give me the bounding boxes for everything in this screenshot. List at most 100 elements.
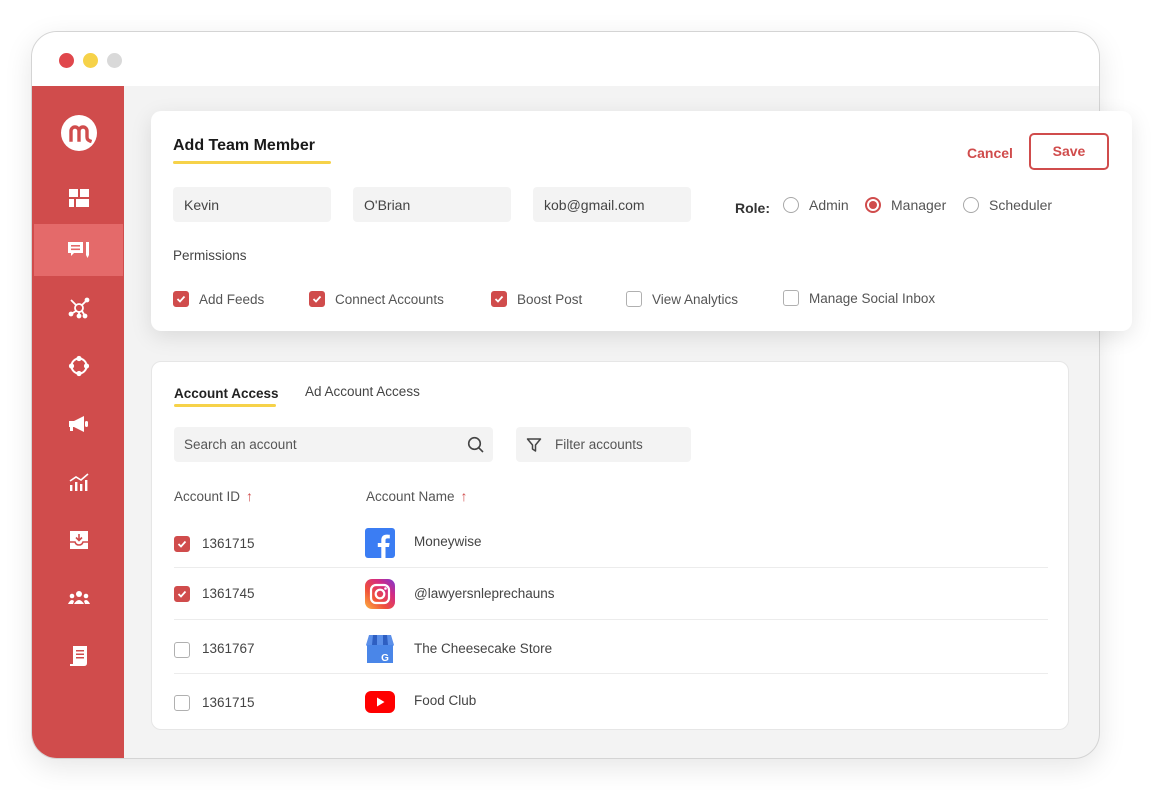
checkbox-label: Boost Post [517, 291, 583, 307]
radio-circle[interactable] [783, 197, 799, 213]
sidebar-item-community[interactable] [34, 340, 123, 392]
checkbox-checked[interactable] [173, 291, 189, 307]
search-icon[interactable] [467, 436, 485, 454]
column-header-account-id[interactable]: Account ID ↑ [174, 488, 253, 504]
team-group-icon [67, 591, 90, 604]
tab-account-access[interactable]: Account Access [174, 386, 279, 401]
checkbox-label: Add Feeds [199, 291, 265, 307]
check-icon [312, 295, 322, 303]
checkbox-label: Manage Social Inbox [809, 290, 936, 306]
permission-boost-post[interactable]: Boost Post [491, 291, 582, 307]
row-divider [174, 619, 1048, 620]
svg-text:G: G [381, 653, 389, 664]
instagram-icon [365, 579, 395, 609]
account-id: 1361715 [202, 695, 255, 710]
account-name: The Cheesecake Store [414, 641, 553, 656]
sort-arrow-up-icon[interactable]: ↑ [461, 488, 468, 504]
account-name: @lawyersnleprechauns [414, 586, 555, 601]
checkbox-unchecked[interactable] [783, 290, 799, 306]
filter-icon [526, 437, 542, 452]
search-box [174, 427, 493, 462]
sidebar [32, 86, 124, 758]
title-underline [173, 161, 331, 164]
role-radio-scheduler[interactable]: Scheduler [963, 197, 1052, 213]
table-row[interactable]: 1361767 G The Cheesecake Store [174, 622, 1048, 674]
account-name: Moneywise [414, 534, 482, 549]
network-hub-icon [68, 297, 89, 319]
row-checkbox-checked[interactable] [174, 536, 190, 552]
permission-view-analytics[interactable]: View Analytics [626, 291, 738, 307]
column-label: Account ID [174, 488, 241, 504]
sort-arrow-up-icon[interactable]: ↑ [246, 488, 253, 504]
sidebar-item-dashboard[interactable] [34, 172, 123, 224]
row-checkbox-unchecked[interactable] [174, 695, 190, 711]
add-team-member-card: Add Team Member Cancel Save Role: Admin … [151, 111, 1132, 331]
row-divider [174, 673, 1048, 674]
role-label: Role: [735, 200, 770, 216]
card-title: Add Team Member [173, 137, 315, 154]
permission-add-feeds[interactable]: Add Feeds [173, 291, 264, 307]
checkbox-unchecked[interactable] [626, 291, 642, 307]
checkbox-checked[interactable] [309, 291, 325, 307]
permissions-label: Permissions [173, 248, 247, 263]
title-bar [32, 32, 1099, 86]
filter-accounts-button[interactable]: Filter accounts [516, 427, 691, 462]
megaphone-icon [68, 416, 88, 432]
sidebar-item-team[interactable] [34, 572, 123, 624]
row-checkbox-unchecked[interactable] [174, 642, 190, 658]
row-checkbox-checked[interactable] [174, 586, 190, 602]
save-button[interactable]: Save [1029, 133, 1109, 170]
email-field[interactable] [533, 187, 691, 222]
sidebar-item-feeds[interactable] [34, 224, 123, 276]
table-row[interactable]: 1361715 Food Club [174, 676, 1048, 728]
tab-ad-account-access[interactable]: Ad Account Access [305, 384, 420, 399]
check-icon [177, 590, 187, 598]
check-icon [494, 295, 504, 303]
first-name-field[interactable] [173, 187, 331, 222]
m-logo-icon [69, 125, 92, 144]
google-business-icon: G [366, 635, 394, 664]
checkbox-label: Connect Accounts [335, 291, 444, 307]
document-scroll-icon [69, 646, 87, 666]
sidebar-item-inbox[interactable] [34, 514, 123, 566]
sidebar-item-analytics[interactable] [34, 456, 123, 508]
checkbox-label: View Analytics [652, 291, 739, 307]
table-row[interactable]: 1361715 Moneywise [174, 516, 1048, 568]
inbox-download-icon [69, 531, 88, 549]
radio-label: Manager [891, 197, 947, 213]
bar-chart-trend-icon [69, 473, 89, 491]
account-id: 1361715 [202, 536, 255, 551]
sidebar-item-reports[interactable] [34, 630, 123, 682]
maximize-window-button[interactable] [107, 53, 122, 68]
radio-circle[interactable] [963, 197, 979, 213]
minimize-window-button[interactable] [83, 53, 98, 68]
checkbox-checked[interactable] [491, 291, 507, 307]
sidebar-item-connections[interactable] [34, 282, 123, 334]
column-label: Account Name [366, 488, 455, 504]
sidebar-item-campaigns[interactable] [34, 398, 123, 450]
permission-connect-accounts[interactable]: Connect Accounts [309, 291, 444, 307]
role-radio-admin[interactable]: Admin [783, 197, 849, 213]
youtube-icon [365, 691, 395, 713]
check-icon [176, 295, 186, 303]
app-logo[interactable] [61, 115, 97, 151]
filter-label: Filter accounts [555, 437, 643, 452]
account-access-panel: Account Access Ad Account Access Filter … [151, 361, 1069, 730]
table-row[interactable]: 1361745 @lawyersnleprechauns [174, 568, 1048, 620]
search-input[interactable] [184, 437, 467, 452]
cancel-button[interactable]: Cancel [967, 145, 1013, 161]
role-radio-manager[interactable]: Manager [865, 197, 946, 213]
circle-nodes-icon [68, 355, 89, 377]
chat-edit-icon [67, 242, 89, 258]
radio-label: Admin [809, 197, 849, 213]
facebook-icon [365, 528, 395, 558]
permission-manage-social-inbox[interactable]: Manage Social Inbox [783, 290, 935, 306]
close-window-button[interactable] [59, 53, 74, 68]
column-header-account-name[interactable]: Account Name ↑ [366, 488, 468, 504]
dashboard-grid-icon [68, 189, 89, 207]
tab-active-underline [174, 404, 276, 407]
radio-label: Scheduler [989, 197, 1053, 213]
account-id: 1361745 [202, 586, 255, 601]
last-name-field[interactable] [353, 187, 511, 222]
radio-circle-selected[interactable] [865, 197, 881, 213]
